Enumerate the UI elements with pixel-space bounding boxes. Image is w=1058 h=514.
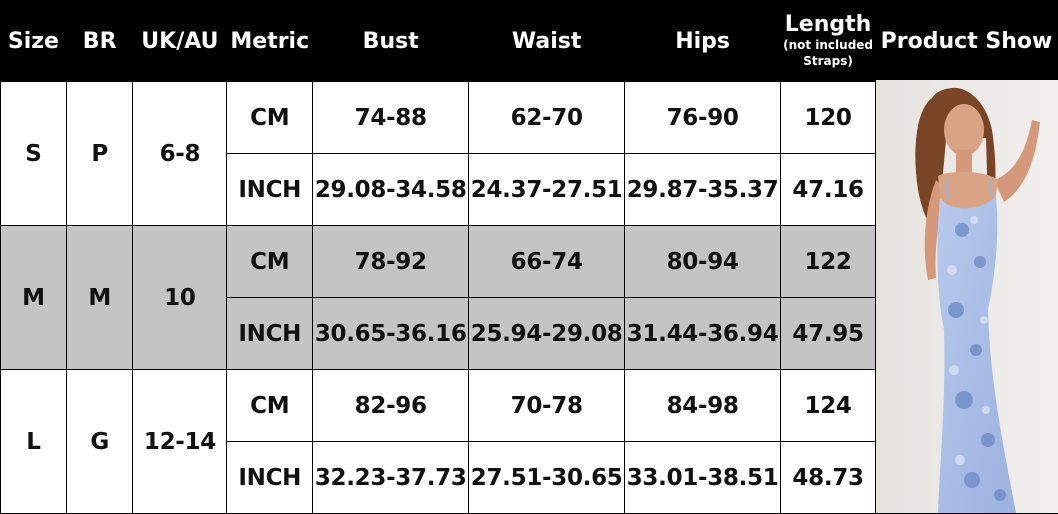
header-length-note-1: (not included [783, 38, 874, 52]
cell-waist: 70-78 [468, 369, 626, 442]
cell-hips: 33.01-38.51 [624, 441, 782, 514]
cell-metric: INCH [226, 153, 314, 226]
cell-uk-au: 6-8 [132, 81, 228, 226]
cell-br: G [65, 369, 134, 514]
cell-bust: 32.23-37.73 [312, 441, 470, 514]
cell-length: 47.95 [780, 297, 877, 370]
size-chart: Size BR UK/AU Metric Bust Waist Hips Len… [0, 0, 1058, 514]
cell-length: 122 [780, 225, 877, 298]
header-row: Size BR UK/AU Metric Bust Waist Hips Len… [0, 0, 1058, 82]
cell-length: 124 [780, 369, 877, 442]
cell-uk-au: 12-14 [132, 369, 228, 514]
cell-hips: 31.44-36.94 [624, 297, 782, 370]
cell-metric: INCH [226, 297, 314, 370]
cell-waist: 25.94-29.08 [468, 297, 626, 370]
header-length: Length (not included Straps) [780, 0, 877, 82]
header-hips: Hips [624, 0, 782, 82]
cell-waist: 62-70 [468, 81, 626, 154]
header-waist: Waist [468, 0, 626, 82]
cell-hips: 84-98 [624, 369, 782, 442]
cell-hips: 80-94 [624, 225, 782, 298]
header-length-note-2: Straps) [803, 54, 853, 68]
cell-size: M [0, 225, 67, 370]
cell-metric: CM [226, 81, 314, 154]
cell-waist: 66-74 [468, 225, 626, 298]
header-metric: Metric [226, 0, 314, 82]
cell-uk-au: 10 [132, 225, 228, 370]
cell-waist: 24.37-27.51 [468, 153, 626, 226]
cell-size: S [0, 81, 67, 226]
cell-br: M [65, 225, 134, 370]
cell-metric: CM [226, 225, 314, 298]
cell-length: 47.16 [780, 153, 877, 226]
header-br: BR [65, 0, 134, 82]
cell-bust: 82-96 [312, 369, 470, 442]
header-length-label: Length [784, 12, 872, 37]
cell-size: L [0, 369, 67, 514]
cell-bust: 30.65-36.16 [312, 297, 470, 370]
cell-metric: INCH [226, 441, 314, 514]
header-bust: Bust [312, 0, 470, 82]
cell-waist: 27.51-30.65 [468, 441, 626, 514]
cell-metric: CM [226, 369, 314, 442]
cell-bust: 29.08-34.58 [312, 153, 470, 226]
cell-length: 120 [780, 81, 877, 154]
cell-hips: 76-90 [624, 81, 782, 154]
cell-length: 48.73 [780, 441, 877, 514]
product-photo [876, 80, 1058, 513]
cell-bust: 74-88 [312, 81, 470, 154]
cell-hips: 29.87-35.37 [624, 153, 782, 226]
model-dress-illustration [876, 80, 1058, 513]
cell-br: P [65, 81, 134, 226]
header-product-show: Product Show [875, 0, 1058, 82]
header-uk-au: UK/AU [132, 0, 228, 82]
cell-bust: 78-92 [312, 225, 470, 298]
header-size: Size [0, 0, 67, 82]
